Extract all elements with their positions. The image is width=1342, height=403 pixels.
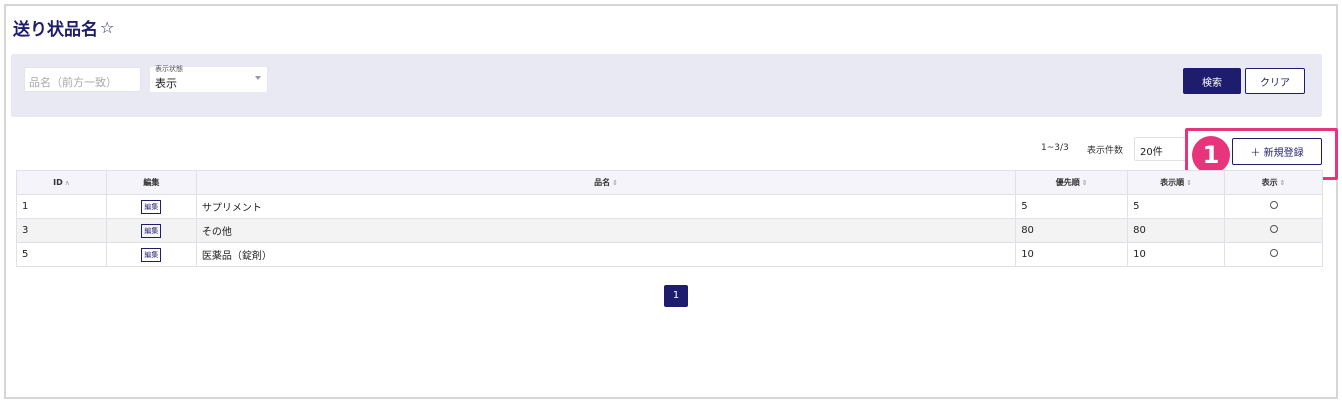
per-page-value: 20件 [1140, 147, 1163, 158]
data-table: ID ∧ 編集 品名 ⇕ 優先順 ⇕ 表示順 ⇕ 表示 ⇕ 1 編集 サプリメント 5 5… [16, 170, 1323, 267]
add-new-button[interactable]: ＋ 新規登録 [1232, 138, 1322, 165]
edit-link[interactable]: 編集 [141, 247, 162, 262]
table-row: 3 編集 その他 80 80 [16, 218, 1323, 243]
sort-icon: ⇕ [1186, 179, 1192, 187]
cell-order: 5 [1127, 194, 1226, 219]
cell-edit: 編集 [105, 242, 197, 267]
circle-icon [1269, 201, 1278, 209]
cell-name: その他 [195, 218, 1017, 243]
column-header-display[interactable]: 表示 ⇕ [1224, 170, 1323, 195]
column-header-edit-label: 編集 [143, 178, 160, 187]
step-badge: 1 [1192, 136, 1230, 174]
star-icon[interactable]: ☆ [100, 18, 114, 37]
name-search-input[interactable]: 品名（前方一致） [24, 67, 141, 92]
cell-id: 1 [16, 194, 107, 219]
name-search-placeholder: 品名（前方一致） [29, 76, 117, 89]
result-range: 1~3/3 [1041, 143, 1069, 153]
per-page-label: 表示件数 [1087, 146, 1124, 156]
column-header-display-label: 表示 [1261, 178, 1278, 187]
cell-id: 3 [16, 218, 107, 243]
status-select-label: 表示状態 [155, 65, 183, 73]
status-select-value: 表示 [155, 77, 177, 90]
column-header-name-label: 品名 [594, 178, 611, 187]
cell-name: サプリメント [195, 194, 1017, 219]
column-header-priority[interactable]: 優先順 ⇕ [1015, 170, 1129, 195]
cell-edit: 編集 [105, 194, 197, 219]
cell-display [1224, 242, 1323, 267]
table-row: 5 編集 医薬品（錠剤） 10 10 [16, 242, 1323, 267]
cell-priority: 80 [1015, 218, 1129, 243]
edit-link[interactable]: 編集 [141, 199, 162, 214]
page-title-text: 送り状品名 [13, 20, 98, 40]
sort-icon: ⇕ [1081, 179, 1088, 187]
cell-order: 80 [1127, 218, 1226, 243]
sort-icon: ⇕ [1279, 179, 1286, 187]
column-header-order-label: 表示順 [1160, 178, 1185, 187]
cell-display [1224, 194, 1323, 219]
table-header-row: ID ∧ 編集 品名 ⇕ 優先順 ⇕ 表示順 ⇕ 表示 ⇕ [16, 170, 1323, 195]
cell-name: 医薬品（錠剤） [195, 242, 1017, 267]
edit-link[interactable]: 編集 [141, 223, 162, 238]
search-panel: 品名（前方一致） 表示状態 表示 検索 クリア [11, 54, 1322, 117]
table-row: 1 編集 サプリメント 5 5 [16, 194, 1323, 219]
cell-display [1224, 218, 1323, 243]
chevron-down-icon [255, 76, 261, 80]
page-button-current[interactable]: 1 [664, 285, 688, 307]
column-header-id-label: ID [53, 178, 63, 187]
column-header-priority-label: 優先順 [1055, 178, 1080, 187]
column-header-name[interactable]: 品名 ⇕ [195, 170, 1017, 195]
cell-id: 5 [16, 242, 107, 267]
clear-button[interactable]: クリア [1245, 68, 1305, 94]
cell-priority: 10 [1015, 242, 1129, 267]
circle-icon [1269, 225, 1278, 233]
cell-order: 10 [1127, 242, 1226, 267]
status-select[interactable]: 表示状態 表示 [150, 65, 267, 92]
cell-edit: 編集 [105, 218, 197, 243]
sort-ascending-icon: ∧ [64, 179, 70, 187]
cell-priority: 5 [1015, 194, 1129, 219]
sort-icon: ⇕ [612, 179, 618, 187]
column-header-id[interactable]: ID ∧ [16, 170, 107, 195]
column-header-order[interactable]: 表示順 ⇕ [1127, 170, 1226, 195]
search-button[interactable]: 検索 [1183, 68, 1241, 94]
circle-icon [1269, 249, 1278, 257]
column-header-edit: 編集 [105, 170, 197, 195]
page-title: 送り状品名 ☆ [13, 15, 114, 40]
per-page-select[interactable]: 20件 [1134, 137, 1188, 161]
